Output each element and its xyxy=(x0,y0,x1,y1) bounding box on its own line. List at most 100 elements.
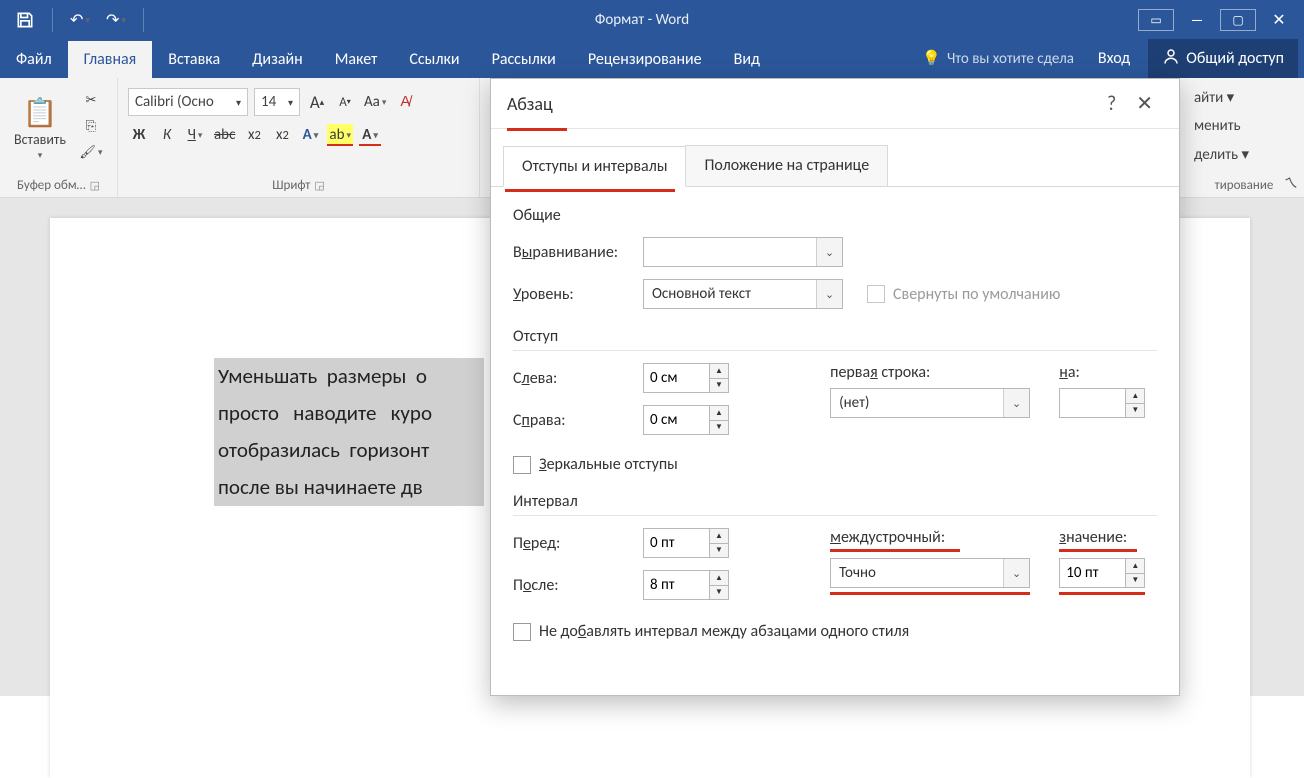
dont-add-label: Не добавлять интервал между абзацами одн… xyxy=(539,622,909,641)
replace-partial[interactable]: менить xyxy=(1194,117,1294,135)
tell-me[interactable]: 💡 Что вы хотите сдела xyxy=(916,49,1080,68)
editing-group-label: тирование xyxy=(1194,178,1294,193)
paste-label: Вставить xyxy=(14,131,66,148)
section-spacing-title: Интервал xyxy=(513,492,1157,516)
annotation-underline-3 xyxy=(830,549,960,552)
redo-icon[interactable]: ↷ xyxy=(105,9,127,31)
mirror-label: Зеркальные отступы xyxy=(539,455,678,474)
dialog-tab-indents[interactable]: Отступы и интервалы xyxy=(503,146,686,187)
before-spin[interactable]: ▲▼ xyxy=(643,528,729,558)
tab-references[interactable]: Ссылки xyxy=(393,41,475,78)
group-font: Calibri (Осно▾ 14▾ A▴ A▾ Aa A̸ Ж К Ч abc… xyxy=(118,78,480,197)
font-launcher-icon[interactable]: ◲ xyxy=(314,179,324,192)
highlight-icon[interactable]: ab xyxy=(327,124,353,146)
tab-layout[interactable]: Макет xyxy=(319,41,394,78)
indent-right-label: Справа: xyxy=(513,411,643,430)
section-general: Общие Выравнивание: ⌄ Уровень: Основной … xyxy=(513,206,1157,309)
copy-icon[interactable]: ⎘ xyxy=(80,116,102,136)
shrink-font-icon[interactable]: A▾ xyxy=(334,91,356,113)
first-line-combo[interactable]: (нет)⌄ xyxy=(830,388,1030,418)
annotation-underline-5 xyxy=(1059,549,1137,552)
by-label: на: xyxy=(1059,363,1157,382)
tab-home[interactable]: Главная xyxy=(68,41,153,78)
tab-design[interactable]: Дизайн xyxy=(236,41,319,78)
indent-left-label: Слева: xyxy=(513,369,643,388)
dialog-body: Общие Выравнивание: ⌄ Уровень: Основной … xyxy=(491,192,1179,673)
dont-add-checkbox[interactable] xyxy=(513,623,531,641)
ribbon-tabs: Файл Главная Вставка Дизайн Макет Ссылки… xyxy=(0,40,1304,78)
tab-view[interactable]: Вид xyxy=(718,41,776,78)
ribbon-display-icon[interactable]: ▭ xyxy=(1138,9,1174,31)
annotation-underline-6 xyxy=(1059,592,1145,595)
collapse-checkbox xyxy=(867,285,885,303)
dialog-title: Абзац xyxy=(507,93,553,115)
font-color-icon[interactable]: A xyxy=(359,124,381,146)
grow-font-icon[interactable]: A▴ xyxy=(306,91,328,113)
maximize-icon[interactable]: ▢ xyxy=(1220,9,1256,31)
indent-left-spin[interactable]: ▲▼ xyxy=(643,363,729,393)
window-title: Формат - Word xyxy=(160,11,1124,29)
save-icon[interactable] xyxy=(14,9,36,31)
clipboard-icon: 📋 xyxy=(23,95,57,129)
selected-text[interactable]: Уменьшать размеры о просто наводите куро… xyxy=(214,358,484,506)
font-group-label: Шрифт xyxy=(272,178,310,193)
annotation-underline xyxy=(507,128,567,131)
sign-in[interactable]: Вход xyxy=(1086,49,1142,68)
tab-insert[interactable]: Вставка xyxy=(152,41,236,78)
level-combo[interactable]: Основной текст⌄ xyxy=(643,279,843,309)
minimize-icon[interactable]: ― xyxy=(1186,9,1208,31)
section-spacing: Интервал Перед: ▲▼ После: ▲▼ междустрочн… xyxy=(513,492,1157,641)
clipboard-group-label: Буфер обм… xyxy=(17,178,86,193)
clear-format-icon[interactable]: A̸ xyxy=(394,91,416,113)
clipboard-launcher-icon[interactable]: ◲ xyxy=(90,179,100,192)
before-label: Перед: xyxy=(513,534,643,553)
font-name-combo[interactable]: Calibri (Осно▾ xyxy=(128,88,248,116)
superscript-button[interactable]: x2 xyxy=(271,124,293,146)
dialog-tab-position[interactable]: Положение на странице xyxy=(685,145,888,186)
dialog-tabs: Отступы и интервалы Положение на страниц… xyxy=(491,145,1179,187)
tab-file[interactable]: Файл xyxy=(0,41,68,78)
text-effects-icon[interactable]: A xyxy=(299,124,321,146)
undo-icon[interactable]: ↶ xyxy=(69,9,91,31)
at-label: значение: xyxy=(1059,528,1157,547)
line-spacing-combo[interactable]: Точно⌄ xyxy=(830,558,1030,588)
mirror-checkbox[interactable] xyxy=(513,456,531,474)
paragraph-dialog: Абзац ? ✕ Отступы и интервалы Положение … xyxy=(490,78,1180,696)
cut-icon[interactable]: ✂ xyxy=(80,90,102,110)
strike-button[interactable]: abc xyxy=(212,124,237,146)
select-partial[interactable]: делить ▾ xyxy=(1194,145,1294,164)
line-spacing-label: междустрочный: xyxy=(830,528,1035,547)
collapse-label: Свернуты по умолчанию xyxy=(893,285,1060,304)
subscript-button[interactable]: x2 xyxy=(243,124,265,146)
dialog-close-icon[interactable]: ✕ xyxy=(1126,91,1163,116)
bulb-icon: 💡 xyxy=(922,49,941,68)
group-clipboard: 📋 Вставить ▾ ✂ ⎘ 🖌 Буфер обм… ◲ xyxy=(0,78,118,197)
section-indent: Отступ Слева: ▲▼ Справа: ▲▼ первая строк… xyxy=(513,327,1157,474)
titlebar: ↶ ↷ Формат - Word ▭ ― ▢ ✕ xyxy=(0,0,1304,40)
tab-mailings[interactable]: Рассылки xyxy=(476,41,572,78)
help-icon[interactable]: ? xyxy=(1097,92,1126,116)
close-icon[interactable]: ✕ xyxy=(1268,9,1290,31)
find-partial[interactable]: айти ▾ xyxy=(1194,88,1294,107)
after-spin[interactable]: ▲▼ xyxy=(643,570,729,600)
quick-access-toolbar: ↶ ↷ xyxy=(0,8,160,32)
annotation-underline-4 xyxy=(830,592,1030,595)
format-painter-icon[interactable]: 🖌 xyxy=(80,142,102,162)
tab-review[interactable]: Рецензирование xyxy=(572,41,718,78)
font-size-combo[interactable]: 14▾ xyxy=(254,88,300,116)
underline-button[interactable]: Ч xyxy=(184,124,206,146)
italic-button[interactable]: К xyxy=(156,124,178,146)
share-button[interactable]: Общий доступ xyxy=(1148,39,1298,78)
share-label: Общий доступ xyxy=(1186,49,1284,68)
change-case-icon[interactable]: Aa xyxy=(362,91,388,113)
by-spin[interactable]: ▲▼ xyxy=(1059,388,1157,418)
indent-right-spin[interactable]: ▲▼ xyxy=(643,405,729,435)
alignment-combo[interactable]: ⌄ xyxy=(643,237,843,267)
alignment-label: Выравнивание: xyxy=(513,243,643,262)
at-spin[interactable]: ▲▼ xyxy=(1059,558,1157,588)
bold-button[interactable]: Ж xyxy=(128,124,150,146)
paste-button[interactable]: 📋 Вставить ▾ xyxy=(10,91,70,161)
collapse-ribbon-icon[interactable]: ㄟ xyxy=(1284,173,1298,193)
window-controls: ▭ ― ▢ ✕ xyxy=(1124,9,1304,31)
person-icon xyxy=(1162,47,1180,70)
